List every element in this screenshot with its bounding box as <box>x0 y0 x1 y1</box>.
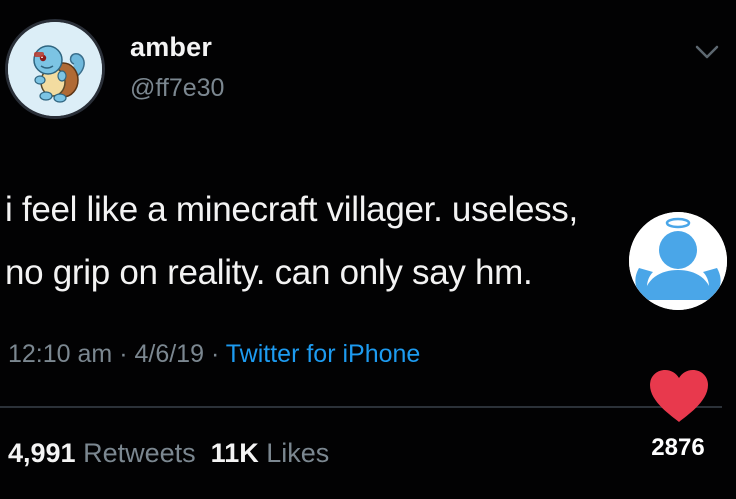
like-count-value[interactable]: 11K <box>211 438 259 468</box>
chevron-down-icon[interactable] <box>694 42 720 62</box>
user-handle[interactable]: @ff7e30 <box>130 74 224 103</box>
squirtle-avatar-icon <box>8 22 102 116</box>
meta-separator: · <box>119 340 128 368</box>
tweet-date[interactable]: 4/6/19 <box>134 340 204 368</box>
profile-avatar[interactable] <box>5 19 105 119</box>
tweet-source-link[interactable]: Twitter for iPhone <box>226 340 421 368</box>
tweet-meta: 12:10 am · 4/6/19 · Twitter for iPhone <box>8 340 420 369</box>
retweet-count[interactable]: 4,991 <box>8 438 76 468</box>
tweet-stats: 4,991 Retweets 11K Likes <box>8 438 329 469</box>
heart-icon[interactable] <box>648 368 710 424</box>
tweet-text-line: i feel like a minecraft villager. useles… <box>5 190 578 229</box>
tweet-screenshot: amber @ff7e30 i feel like a minecraft vi… <box>0 0 736 499</box>
tweet-time[interactable]: 12:10 am <box>8 340 112 368</box>
retweets-label[interactable]: Retweets <box>83 438 196 468</box>
tweet-text: i feel like a minecraft villager. useles… <box>5 178 685 304</box>
likes-label[interactable]: Likes <box>266 438 329 468</box>
display-name[interactable]: amber <box>130 32 212 63</box>
angel-default-avatar-icon <box>629 212 727 310</box>
divider <box>0 406 722 408</box>
creator-avatar[interactable] <box>629 212 727 310</box>
tweet-text-line: no grip on reality. can only say hm. <box>5 253 533 292</box>
meta-separator: · <box>210 340 220 368</box>
overlay-like-count: 2876 <box>651 434 705 461</box>
